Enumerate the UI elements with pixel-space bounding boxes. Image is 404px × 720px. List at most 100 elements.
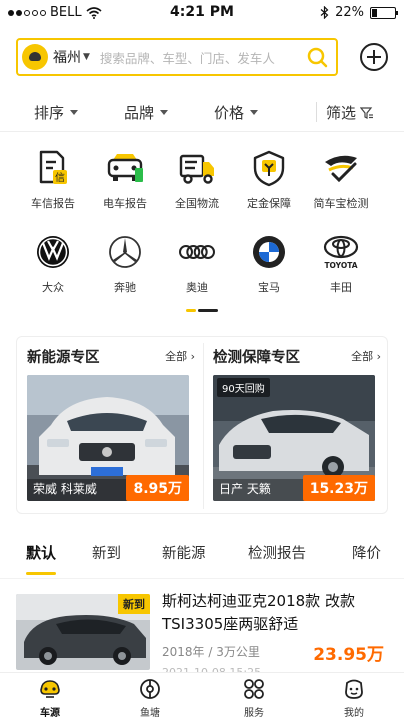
service-label: 车信报告 xyxy=(31,197,75,210)
tab-new-energy[interactable]: 新能源 xyxy=(162,542,206,563)
report-icon: 信 xyxy=(39,150,67,184)
tab-new-arrivals[interactable]: 新到 xyxy=(92,542,121,563)
ev-car-icon xyxy=(107,154,143,182)
filter-divider xyxy=(316,102,317,122)
indicator-dot xyxy=(198,309,218,312)
zone-car-name: 日产 天籁 xyxy=(219,482,271,496)
brand-label: 大众 xyxy=(42,281,64,294)
search-input[interactable]: 搜索品牌、车型、门店、发车人 xyxy=(100,48,306,67)
zone-price-tag: 8.95万 xyxy=(126,475,189,501)
bottom-nav: 车源 鱼塘 服务 我的 xyxy=(0,672,404,720)
divider xyxy=(0,578,404,579)
brand-audi[interactable]: 奥迪 xyxy=(162,232,232,295)
filter-bar: 排序 品牌 价格 筛选 xyxy=(0,92,404,132)
battery-percent: 22% xyxy=(335,5,364,20)
brand-label: 品牌 xyxy=(124,104,155,122)
nav-profile[interactable]: 我的 xyxy=(324,677,384,719)
service-inspection[interactable]: 简车宝检测 xyxy=(306,148,376,211)
brand-label: 丰田 xyxy=(330,281,352,294)
nav-service[interactable]: 服务 xyxy=(224,677,284,719)
new-arrival-badge: 新到 xyxy=(118,594,150,614)
brand-mercedes[interactable]: 奔驰 xyxy=(90,232,160,295)
truck-icon xyxy=(179,154,214,184)
search-bar[interactable]: 福州 ▼ 搜索品牌、车型、门店、发车人 xyxy=(16,38,338,76)
service-report[interactable]: 信 车信报告 xyxy=(18,148,88,211)
brand-filter[interactable]: 品牌 xyxy=(124,102,169,123)
car-thumbnail: 新到 xyxy=(16,594,150,670)
toyota-wordmark: TOYOTA xyxy=(324,261,357,270)
zone-price-tag: 15.23万 xyxy=(302,475,375,501)
indicator-dot-active xyxy=(186,309,196,312)
sort-filter[interactable]: 排序 xyxy=(34,102,79,123)
status-right: 22% xyxy=(320,5,398,20)
add-button[interactable] xyxy=(360,43,388,71)
tab-price-drop[interactable]: 降价 xyxy=(352,542,381,563)
service-logistics[interactable]: 全国物流 xyxy=(162,148,232,211)
city-selector[interactable]: 福州 xyxy=(53,47,81,67)
page-indicator xyxy=(186,309,218,312)
service-label: 定金保障 xyxy=(247,197,291,210)
svg-text:信: 信 xyxy=(55,172,65,184)
bmw-logo-icon xyxy=(253,236,285,268)
search-icon[interactable] xyxy=(306,46,328,68)
city-caret-icon[interactable]: ▼ xyxy=(83,52,90,62)
brand-bmw[interactable]: 宝马 xyxy=(234,232,304,295)
zones-panel: 新能源专区 全部 › 荣威 科莱威 8.95万 检测保障专区 全部 › 90天回… xyxy=(16,336,388,514)
buyback-badge: 90天回购 xyxy=(217,378,270,397)
toyota-logo-icon: TOYOTA xyxy=(323,235,359,270)
audi-logo-icon xyxy=(179,245,215,259)
zone-new-energy[interactable]: 新能源专区 全部 › 荣威 科莱威 8.95万 xyxy=(17,337,203,515)
mercedes-logo-icon xyxy=(109,236,141,268)
brand-vw[interactable]: 大众 xyxy=(18,232,88,295)
app-logo-icon xyxy=(22,44,48,70)
car-title: 斯柯达柯迪亚克2018款 改款TSI3305座两驱舒适 xyxy=(162,592,355,633)
nav-label: 鱼塘 xyxy=(140,708,160,719)
service-label: 简车宝检测 xyxy=(313,197,369,210)
nav-pond[interactable]: 鱼塘 xyxy=(120,677,180,719)
price-label: 价格 xyxy=(214,104,245,122)
profile-icon xyxy=(345,679,363,699)
tab-inspection-report[interactable]: 检测报告 xyxy=(248,542,306,563)
nav-label: 我的 xyxy=(344,708,364,719)
brand-label: 宝马 xyxy=(258,281,280,294)
chevron-down-icon xyxy=(70,110,79,115)
sort-label: 排序 xyxy=(34,104,65,122)
search-row: 福州 ▼ 搜索品牌、车型、门店、发车人 xyxy=(16,38,388,76)
battery-fill xyxy=(372,8,377,17)
car-source-icon xyxy=(40,680,60,698)
nav-label: 车源 xyxy=(40,708,60,719)
car-meta: 2018年 / 3万公里 xyxy=(162,645,260,659)
service-label: 电车报告 xyxy=(103,197,147,210)
price-filter[interactable]: 价格 xyxy=(214,102,259,123)
zone-car-name: 荣威 科莱威 xyxy=(33,482,97,496)
zone-more-link[interactable]: 全部 › xyxy=(165,348,195,364)
zone-title: 新能源专区 xyxy=(27,350,100,366)
service-label: 全国物流 xyxy=(175,197,219,210)
brand-label: 奔驰 xyxy=(114,281,136,294)
service-deposit[interactable]: 定金保障 xyxy=(234,148,304,211)
zone-more-link[interactable]: 全部 › xyxy=(351,348,381,364)
nav-label: 服务 xyxy=(244,708,264,719)
car-price: 23.95万 xyxy=(313,645,384,665)
battery-icon xyxy=(370,6,398,19)
advanced-filter[interactable]: 筛选 xyxy=(326,102,374,123)
vw-logo-icon xyxy=(37,236,69,268)
tab-default[interactable]: 默认 xyxy=(26,542,56,563)
funnel-icon xyxy=(360,106,374,119)
status-bar: BELL 4:21 PM 22% xyxy=(0,0,404,26)
chevron-down-icon xyxy=(250,110,259,115)
list-item[interactable]: 新到 斯柯达柯迪亚克2018款 改款TSI3305座两驱舒适 2018年 / 3… xyxy=(16,590,388,680)
pond-icon xyxy=(140,679,160,699)
zone-inspection[interactable]: 检测保障专区 全部 › 90天回购 日产 天籁 15.23万 xyxy=(203,337,389,515)
service-icon xyxy=(244,679,264,699)
brand-toyota[interactable]: TOYOTA 丰田 xyxy=(306,232,376,295)
inspection-icon xyxy=(325,155,357,183)
zone-title: 检测保障专区 xyxy=(213,350,300,366)
shield-icon xyxy=(253,150,285,187)
service-ev-report[interactable]: 电车报告 xyxy=(90,148,160,211)
filter-label: 筛选 xyxy=(326,104,357,122)
nav-car-source[interactable]: 车源 xyxy=(20,677,80,719)
active-tab-indicator xyxy=(26,572,56,575)
chevron-down-icon xyxy=(160,110,169,115)
bluetooth-icon xyxy=(320,6,329,19)
